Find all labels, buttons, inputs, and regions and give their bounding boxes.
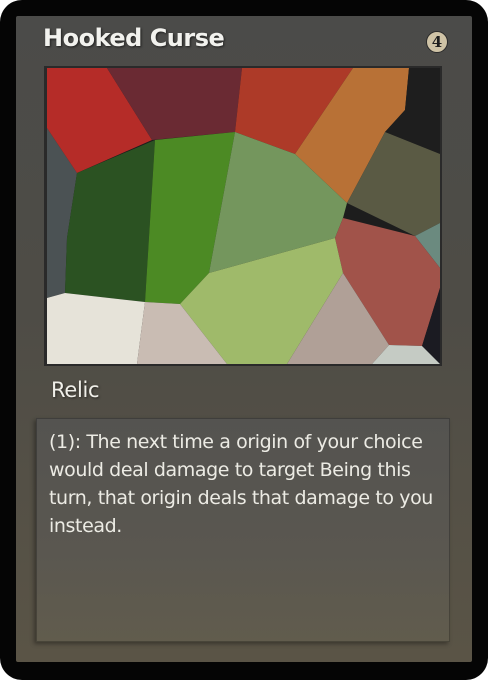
card-art-mosaic <box>47 68 440 364</box>
rules-text: (1): The next time a origin of your choi… <box>49 431 433 537</box>
card-type-line: Relic <box>51 378 100 402</box>
card-title: Hooked Curse <box>43 24 225 52</box>
rules-text-box: (1): The next time a origin of your choi… <box>36 418 450 642</box>
card-art-frame <box>44 66 442 366</box>
mana-cost-badge: 4 <box>426 31 448 53</box>
